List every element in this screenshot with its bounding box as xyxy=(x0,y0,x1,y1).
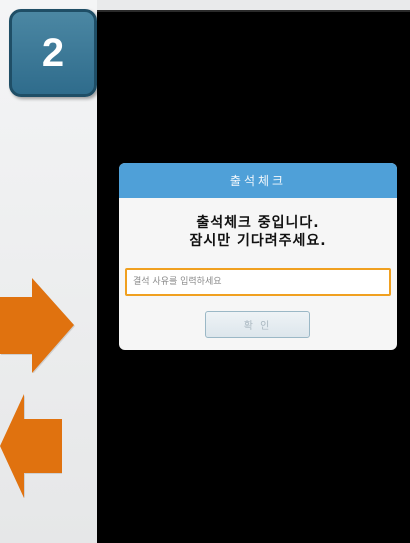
dialog-message-line1: 출석체크 중입니다. xyxy=(196,215,320,231)
dialog-title: 출석체크 xyxy=(229,174,287,188)
arrow-right-icon xyxy=(0,278,75,373)
attendance-dialog: 출석체크 출석체크 중입니다. 잠시만 기다려주세요. 확 인 xyxy=(119,163,397,350)
dialog-message: 출석체크 중입니다. 잠시만 기다려주세요. xyxy=(119,214,397,250)
confirm-button[interactable]: 확 인 xyxy=(205,311,310,338)
arrow-left-icon xyxy=(0,394,62,498)
dialog-message-line2: 잠시만 기다려주세요. xyxy=(189,233,327,249)
left-panel: 2 xyxy=(0,0,97,543)
step-number: 2 xyxy=(41,31,65,75)
dialog-header: 출석체크 xyxy=(119,163,397,198)
screen-border xyxy=(97,10,410,12)
absence-reason-input[interactable] xyxy=(125,268,391,296)
step-badge: 2 xyxy=(9,9,97,97)
